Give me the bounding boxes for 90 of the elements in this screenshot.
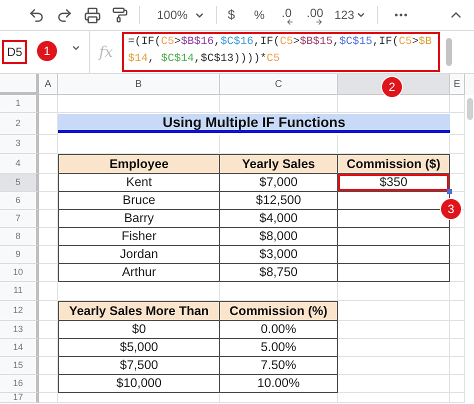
table-cell: 10.00% — [220, 375, 338, 393]
table-cell: $350 — [338, 174, 450, 192]
row-header[interactable]: 12 — [0, 301, 39, 321]
grid-cell — [450, 154, 465, 174]
table-cell: Kent — [58, 174, 220, 192]
step-marker: 3 — [440, 198, 462, 220]
name-box[interactable]: D5 — [2, 40, 28, 64]
column-heading: Commission ($) — [338, 154, 450, 174]
grid-cell — [39, 282, 58, 301]
fill-handle[interactable] — [447, 189, 452, 194]
column-heading: Commission (%) — [220, 301, 338, 321]
scrollbar[interactable] — [467, 98, 473, 120]
table-cell: $3,000 — [220, 246, 338, 264]
percent-button[interactable]: % — [254, 6, 265, 24]
grid-cell — [450, 393, 465, 403]
table-cell: $7,000 — [220, 174, 338, 192]
row-header[interactable]: 8 — [0, 228, 39, 246]
row-header[interactable]: 10 — [0, 264, 39, 282]
grid-cell — [39, 135, 58, 154]
row-header[interactable]: 14 — [0, 339, 39, 357]
grid-cell — [450, 357, 465, 375]
table-cell: Jordan — [58, 246, 220, 264]
fx-label: fx — [97, 42, 114, 63]
arrow-icon — [315, 18, 324, 26]
table-cell: $12,500 — [220, 192, 338, 210]
row-header[interactable]: 2 — [0, 113, 39, 135]
step-marker: 1 — [36, 40, 58, 62]
table-cell: Barry — [58, 210, 220, 228]
column-heading: Employee — [58, 154, 220, 174]
number-format-dropdown[interactable]: 123 — [334, 6, 366, 24]
table-cell: $5,000 — [58, 339, 220, 357]
caret-icon[interactable] — [71, 43, 81, 53]
row-header[interactable]: 15 — [0, 357, 39, 375]
column-heading: Yearly Sales — [220, 154, 338, 174]
row-header[interactable]: 13 — [0, 321, 39, 339]
table-cell: 5.00% — [220, 339, 338, 357]
arrow-icon — [286, 18, 294, 26]
grid-cell — [450, 95, 465, 113]
column-header[interactable]: B — [58, 74, 220, 95]
column-header[interactable]: E — [450, 74, 465, 95]
column-heading: Yearly Sales More Than — [58, 301, 220, 321]
increase-decimals-button[interactable]: .00 — [306, 4, 324, 26]
caret-icon — [356, 10, 366, 20]
undo-icon[interactable] — [28, 6, 45, 24]
row-header[interactable]: 5 — [0, 174, 39, 192]
table-cell: $10,000 — [58, 375, 220, 393]
row-header[interactable]: 9 — [0, 246, 39, 264]
zoom-dropdown[interactable]: 100% — [157, 6, 205, 24]
currency-button[interactable]: $ — [228, 5, 235, 25]
table-cell: $7,500 — [58, 357, 220, 375]
row-header[interactable]: 11 — [0, 282, 39, 301]
table-cell: Bruce — [58, 192, 220, 210]
table-cell: $8,750 — [220, 264, 338, 282]
formula-field[interactable]: =(IF(C5>$B$16,$C$16,IF(C5>$B$15,$C$15,IF(C5>$B$14, $C$14,$C$13))))*C5 — [122, 32, 440, 72]
table-cell: 0.00% — [220, 321, 338, 339]
grid-cell — [450, 174, 465, 192]
table-cell: $8,000 — [220, 228, 338, 246]
print-icon[interactable] — [84, 6, 101, 24]
row-header[interactable]: 1 — [0, 95, 39, 113]
table-cell: Fisher — [58, 228, 220, 246]
table-cell: $0 — [58, 321, 220, 339]
scrollbar[interactable] — [446, 38, 452, 66]
grid-cell — [450, 339, 465, 357]
paint-format-icon[interactable] — [112, 7, 128, 23]
grid-cell — [450, 113, 465, 135]
table-cell: Arthur — [58, 264, 220, 282]
table-cell: $4,000 — [220, 210, 338, 228]
row-header[interactable]: 16 — [0, 375, 39, 393]
sheet-title: Using Multiple IF Functions — [58, 114, 450, 133]
grid-cell — [450, 264, 465, 282]
grid-cell — [450, 321, 465, 339]
grid-cell — [450, 246, 465, 264]
row-header[interactable]: 3 — [0, 135, 39, 154]
table-cell: 7.50% — [220, 357, 338, 375]
column-header[interactable]: 2 — [338, 74, 450, 95]
redo-icon[interactable] — [56, 6, 73, 24]
row-header[interactable]: 6 — [0, 192, 39, 210]
grid-cell — [450, 375, 465, 393]
grid-cell — [450, 228, 465, 246]
grid-cell — [450, 135, 465, 154]
step-marker: 2 — [381, 76, 403, 98]
grid-cell — [450, 301, 465, 321]
row-header[interactable]: 7 — [0, 210, 39, 228]
grid-cell — [39, 95, 58, 113]
row-header[interactable]: 4 — [0, 154, 39, 174]
decrease-decimals-button[interactable]: .0 — [282, 4, 292, 26]
grid-cell — [39, 393, 58, 403]
column-header[interactable]: A — [39, 74, 58, 95]
grid-cell — [450, 282, 465, 301]
row-header[interactable]: 17 — [0, 393, 39, 403]
